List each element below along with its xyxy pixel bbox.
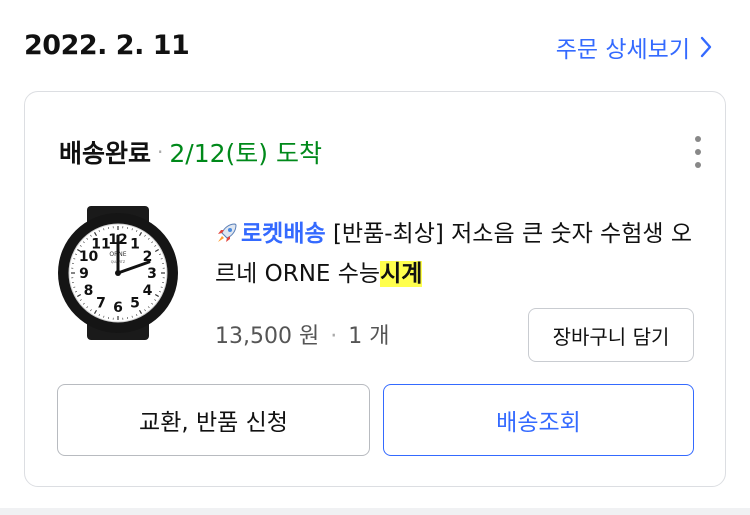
rocket-delivery-label: 로켓배송 [241,221,326,247]
watch-numeral: 11 [91,237,110,253]
exchange-return-button[interactable]: 교환, 반품 신청 [57,384,370,456]
add-to-cart-button[interactable]: 장바구니 담기 [528,308,694,362]
order-detail-label: 주문 상세보기 [555,37,690,63]
product-quantity: 1 개 [348,324,390,349]
arrival-date: 2/12(토) 도착 [169,139,322,168]
status-label: 배송완료 [59,139,152,168]
price-separator: · [330,324,338,349]
rocket-icon [218,223,237,242]
watch-numeral: 3 [147,266,157,282]
watch-numeral: 1 [130,237,140,253]
chevron-right-icon [700,36,712,58]
product-price: 13,500 원 [215,324,320,349]
watch-numeral: 7 [96,295,106,311]
delivery-tracking-button[interactable]: 배송조회 [383,384,694,456]
watch-numeral: 6 [113,300,123,316]
delivery-status: 배송완료 · 2/12(토) 도착 [59,134,322,170]
status-separator: · [157,140,164,164]
watch-image: 121234567891011 ORNE QUARTZ [58,206,178,340]
watch-numeral: 9 [79,266,89,282]
order-date: 2022. 2. 11 [24,30,190,61]
more-vertical-icon[interactable] [693,136,703,168]
watch-numeral: 4 [143,283,153,299]
product-image[interactable]: 121234567891011 ORNE QUARTZ [51,206,185,340]
price-row: 13,500 원 · 1 개 [215,318,389,350]
order-card: 배송완료 · 2/12(토) 도착 121234567891011 ORNE Q… [24,91,726,487]
watch-numeral: 8 [84,283,94,299]
order-page: 2022. 2. 11 주문 상세보기 배송완료 · 2/12(토) 도착 12 [0,0,750,508]
product-title[interactable]: 로켓배송 [반품-최상] 저소음 큰 숫자 수험생 오르네 ORNE 수능시계 [215,214,705,294]
product-name-highlight: 시계 [380,261,423,287]
order-detail-link[interactable]: 주문 상세보기 [556,30,712,64]
watch-numeral: 5 [130,295,140,311]
